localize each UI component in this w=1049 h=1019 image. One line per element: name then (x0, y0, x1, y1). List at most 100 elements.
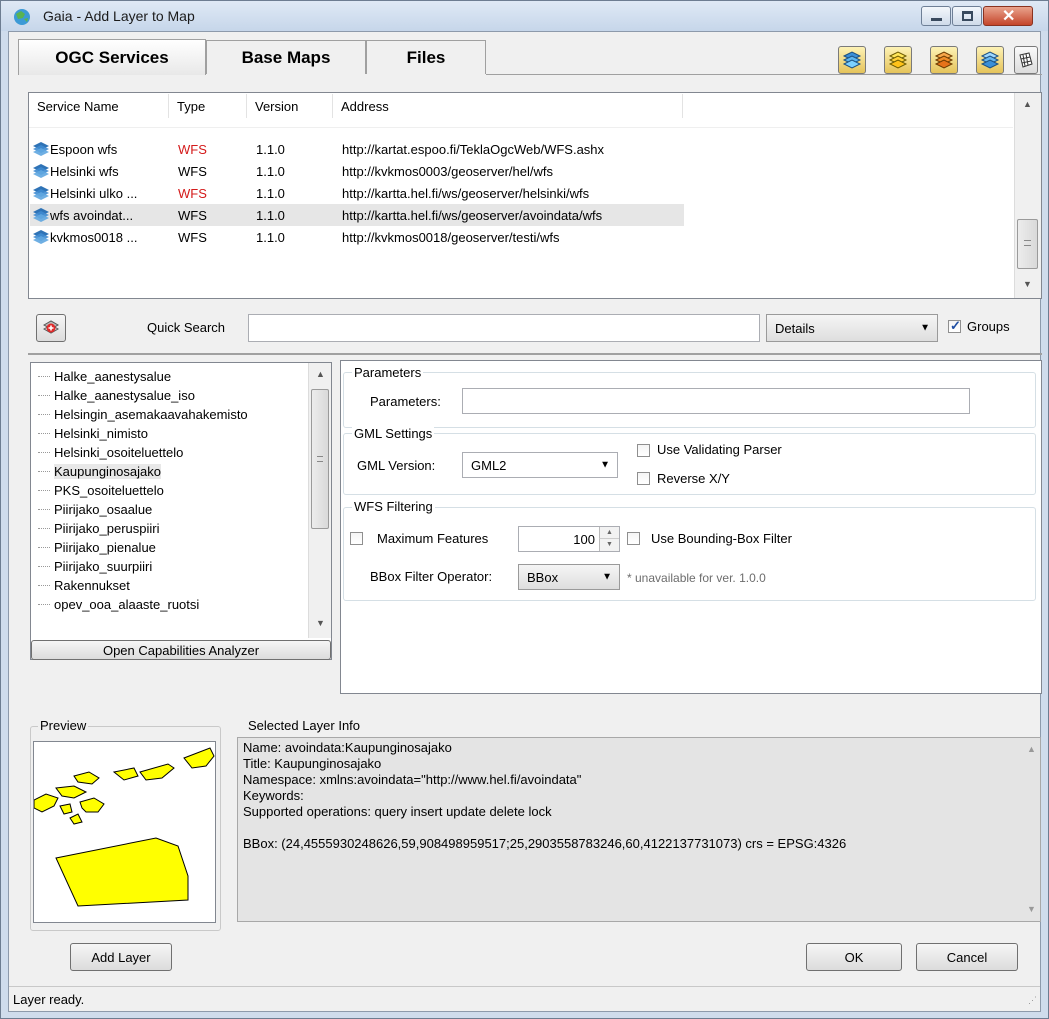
parameters-input[interactable] (462, 388, 970, 414)
scroll-up-icon[interactable]: ▲ (316, 369, 325, 379)
info-keywords: Keywords: (243, 788, 304, 803)
minimize-icon (931, 18, 942, 21)
maximum-features-checkbox[interactable] (350, 532, 363, 545)
quick-search-input[interactable] (248, 314, 760, 342)
grip-icon (1024, 240, 1031, 246)
service-layers-icon (32, 138, 50, 160)
tree-item[interactable]: Piirijako_pienalue (38, 538, 156, 557)
groups-label: Groups (967, 319, 1010, 334)
column-header-version[interactable]: Version (247, 94, 333, 118)
chevron-down-icon: ▼ (602, 571, 612, 583)
info-operations: Supported operations: query insert updat… (243, 804, 552, 819)
tree-item[interactable]: Rakennukset (38, 576, 130, 595)
service-name: Helsinki wfs (50, 163, 119, 179)
table-row[interactable]: kvkmos0018 ... WFS 1.1.0 http://kvkmos00… (30, 226, 684, 248)
groups-checkbox[interactable] (948, 318, 961, 334)
minimize-button[interactable] (921, 6, 951, 26)
table-row[interactable]: Helsinki ulko ... WFS 1.1.0 http://kartt… (30, 182, 684, 204)
scroll-thumb[interactable] (311, 389, 329, 529)
maximize-icon (962, 11, 973, 21)
column-header-service-name[interactable]: Service Name (29, 94, 169, 118)
tree-item[interactable]: Helsinki_nimisto (38, 424, 148, 443)
tab-files[interactable]: Files (366, 40, 486, 74)
scroll-up-icon[interactable]: ▲ (1023, 99, 1032, 109)
add-layer-button[interactable]: Add Layer (70, 943, 172, 971)
scroll-thumb[interactable] (1017, 219, 1038, 269)
open-capabilities-analyzer-button[interactable]: Open Capabilities Analyzer (31, 640, 331, 660)
bounding-box-filter-label: Use Bounding-Box Filter (651, 531, 792, 546)
service-type: WFS (178, 207, 207, 223)
view-mode-value: Details (775, 320, 815, 336)
close-button[interactable]: ✕ (983, 6, 1033, 26)
service-address: http://kvkmos0018/geoserver/testi/wfs (342, 229, 560, 245)
table-row[interactable]: Espoon wfs WFS 1.1.0 http://kartat.espoo… (30, 138, 684, 160)
gml-version-value: GML2 (471, 457, 507, 473)
tree-item[interactable]: Piirijako_osaalue (38, 500, 152, 519)
table-row[interactable]: Helsinki wfs WFS 1.1.0 http://kvkmos0003… (30, 160, 684, 182)
wcs-layers-icon[interactable] (976, 46, 1004, 74)
tree-item[interactable]: PKS_osoiteluettelo (38, 481, 164, 500)
tree-item[interactable]: Piirijako_suurpiiri (38, 557, 152, 576)
add-service-button[interactable] (36, 314, 66, 342)
wmts-layers-icon[interactable] (930, 46, 958, 74)
service-type: WFS (178, 163, 207, 179)
tree-item[interactable]: Helsinki_osoiteluettelo (38, 443, 183, 462)
splitter[interactable] (28, 353, 1042, 355)
info-bbox: BBox: (24,4555930248626,59,908498959517;… (243, 836, 847, 851)
spin-down-icon[interactable]: ▼ (599, 539, 619, 551)
service-name: wfs avoindat... (50, 207, 134, 223)
parameters-label: Parameters: (370, 394, 441, 409)
tab-base-maps[interactable]: Base Maps (206, 40, 366, 74)
wfs-filtering-group-title: WFS Filtering (352, 499, 435, 514)
bounding-box-filter-checkbox[interactable] (627, 532, 640, 545)
table-row-selected[interactable]: wfs avoindat... WFS 1.1.0 http://kartta.… (30, 204, 684, 226)
service-layers-icon (32, 160, 50, 182)
gml-version-dropdown[interactable]: GML2 ▼ (462, 452, 618, 478)
services-scrollbar[interactable]: ▲ ▼ (1014, 93, 1041, 298)
scroll-down-icon[interactable]: ▼ (1027, 904, 1036, 914)
bbox-operator-label: BBox Filter Operator: (370, 569, 493, 584)
wms-layers-icon[interactable] (838, 46, 866, 74)
layer-tree-scrollbar[interactable]: ▲ ▼ (308, 363, 331, 638)
status-text: Layer ready. (13, 992, 85, 1007)
selected-layer-info-label: Selected Layer Info (246, 718, 363, 733)
tree-item[interactable]: Piirijako_peruspiiri (38, 519, 160, 538)
resize-grip-icon[interactable]: ⋰ (1028, 995, 1037, 1006)
tree-item-selected[interactable]: Kaupunginosajako (38, 462, 161, 481)
scroll-down-icon[interactable]: ▼ (316, 618, 325, 628)
service-address: http://kartta.hel.fi/ws/geoserver/helsin… (342, 185, 590, 201)
title-bar[interactable]: Gaia - Add Layer to Map ✕ (1, 1, 1048, 31)
view-mode-dropdown[interactable]: Details ▼ (766, 314, 938, 342)
other-layers-icon[interactable] (1014, 46, 1038, 74)
bbox-operator-dropdown[interactable]: BBox ▼ (518, 564, 620, 590)
tree-item[interactable]: Halke_aanestysalue (38, 367, 171, 386)
ok-button[interactable]: OK (806, 943, 902, 971)
column-header-address[interactable]: Address (333, 94, 683, 118)
scroll-down-icon[interactable]: ▼ (1023, 279, 1032, 289)
column-header-type[interactable]: Type (169, 94, 247, 118)
tree-item[interactable]: Halke_aanestysalue_iso (38, 386, 195, 405)
header-divider (29, 127, 1013, 128)
service-type: WFS (178, 185, 207, 201)
cancel-button[interactable]: Cancel (916, 943, 1018, 971)
spin-up-icon[interactable]: ▲ (599, 527, 619, 539)
wfs-layers-icon[interactable] (884, 46, 912, 74)
maximum-features-label: Maximum Features (377, 531, 489, 546)
maximize-button[interactable] (952, 6, 982, 26)
info-title: Title: Kaupunginosajako (243, 756, 382, 771)
tab-ogc-services[interactable]: OGC Services (18, 39, 206, 75)
window-title: Gaia - Add Layer to Map (43, 8, 195, 24)
info-scrollbar[interactable]: ▲ ▼ (1023, 738, 1040, 921)
tree-item[interactable]: opev_ooa_alaaste_ruotsi (38, 595, 199, 614)
validating-parser-checkbox[interactable] (637, 444, 650, 457)
gml-settings-group-title: GML Settings (352, 426, 435, 441)
preview-label: Preview (38, 718, 89, 733)
scroll-up-icon[interactable]: ▲ (1027, 744, 1036, 754)
tree-item[interactable]: Helsingin_asemakaavahakemisto (38, 405, 248, 424)
reverse-xy-checkbox[interactable] (637, 472, 650, 485)
validating-parser-label: Use Validating Parser (657, 442, 782, 457)
quick-search-label: Quick Search (147, 320, 226, 335)
reverse-xy-label: Reverse X/Y (657, 471, 730, 486)
service-version: 1.1.0 (256, 141, 285, 157)
maximum-features-spinner[interactable]: 100 ▲ ▼ (518, 526, 620, 552)
